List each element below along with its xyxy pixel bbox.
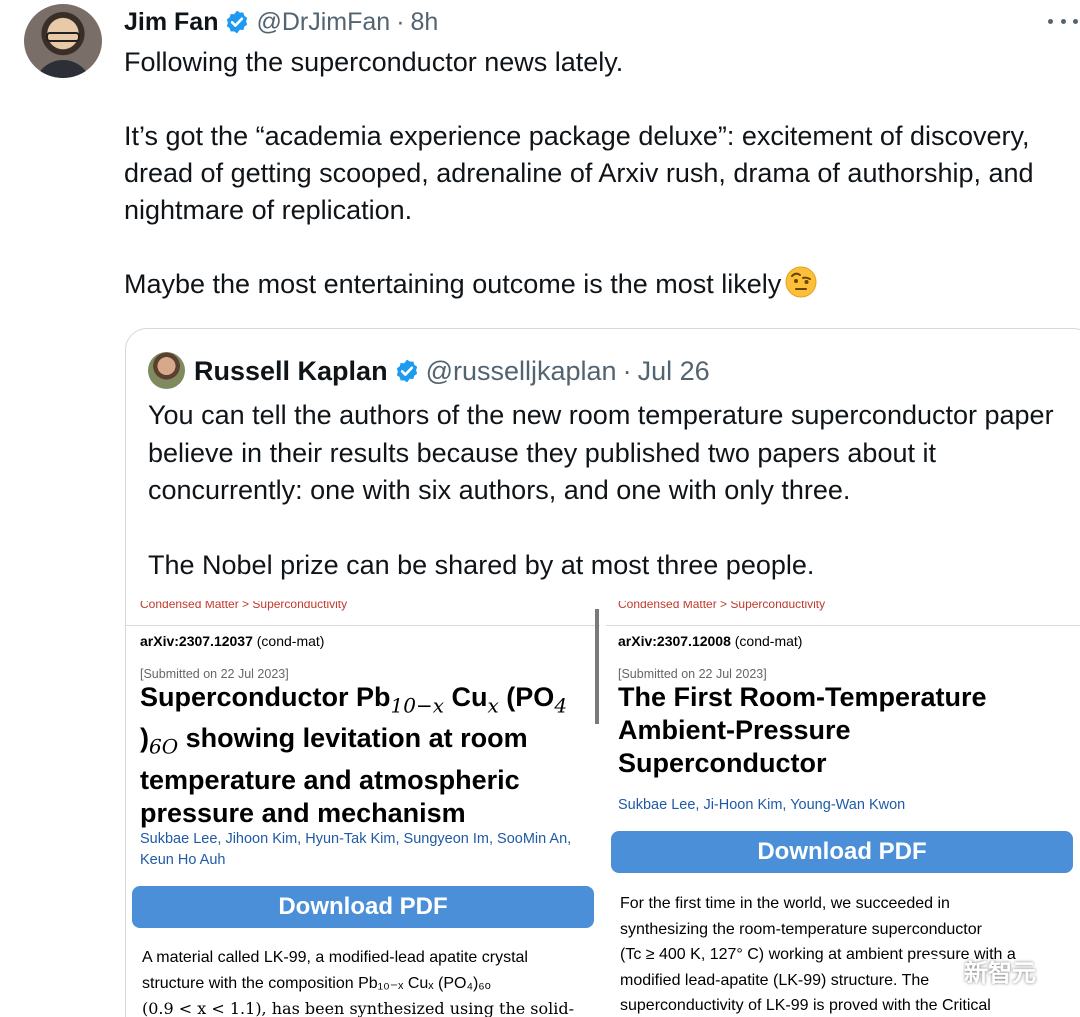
quoted-paragraph: The Nobel prize can be shared by at most…	[148, 550, 815, 580]
watermark-text: 新智元	[964, 959, 1036, 987]
verified-badge-icon	[227, 10, 248, 34]
quoted-tweet-timestamp[interactable]: Jul 26	[638, 356, 710, 387]
tweet-timestamp[interactable]: 8h	[411, 8, 439, 37]
paper-title: The First Room-Temperature Ambient-Press…	[618, 682, 987, 778]
paper-authors[interactable]: Sukbae Lee, Ji-Hoon Kim, Young-Wan Kwon	[618, 795, 1080, 816]
arxiv-number: arXiv:2307.12008	[618, 633, 731, 649]
paper-abstract: A material called LK-99, a modified-lead…	[142, 949, 575, 1017]
arxiv-category: (cond-mat)	[256, 633, 325, 649]
download-pdf-button[interactable]: Download PDF	[611, 831, 1073, 873]
author-handle[interactable]: @DrJimFan	[256, 8, 390, 37]
quoted-author-name[interactable]: Russell Kaplan	[194, 356, 388, 387]
face-with-raised-eyebrow-emoji-icon	[785, 266, 817, 298]
tweet-paragraph-last: Maybe the most entertaining outcome is t…	[124, 266, 1064, 303]
author-avatar[interactable]	[24, 4, 102, 78]
divider	[606, 625, 1080, 626]
author-name[interactable]: Jim Fan	[124, 8, 218, 37]
header-separator: ·	[396, 7, 405, 36]
verified-badge-icon	[396, 359, 417, 383]
arxiv-id: arXiv:2307.12037 (cond-mat)	[140, 633, 324, 649]
avatar-shirt	[34, 60, 92, 78]
tweet-paragraph: It’s got the “academia experience packag…	[124, 121, 1034, 225]
arxiv-id: arXiv:2307.12008 (cond-mat)	[618, 633, 802, 649]
tweet-body: Following the superconductor news lately…	[124, 44, 1064, 303]
quoted-author-handle[interactable]: @russelljkaplan	[426, 356, 617, 387]
quoted-tweet-body: You can tell the authors of the new room…	[148, 397, 1068, 585]
quoted-tweet-card[interactable]: Russell Kaplan @russelljkaplan · Jul 26 …	[125, 328, 1080, 1017]
more-options-icon[interactable]	[1048, 14, 1078, 28]
quoted-paragraph: You can tell the authors of the new room…	[148, 400, 1054, 505]
header-separator: ·	[622, 355, 632, 386]
watermark: 新智元	[920, 952, 1036, 988]
quoted-author-avatar[interactable]	[148, 352, 185, 389]
divider	[126, 625, 600, 626]
paper-breadcrumb: Condensed Matter > Superconductivity	[618, 601, 826, 611]
paper-screenshot-left[interactable]: Condensed Matter > Superconductivity arX…	[126, 601, 600, 1017]
tweet-paragraph: Following the superconductor news lately…	[124, 47, 624, 77]
quoted-tweet-header: Russell Kaplan @russelljkaplan · Jul 26	[194, 353, 710, 389]
paper-breadcrumb: Condensed Matter > Superconductivity	[140, 601, 348, 611]
avatar-glasses	[46, 32, 80, 42]
paper-authors[interactable]: Sukbae Lee, Jihoon Kim, Hyun-Tak Kim, Su…	[140, 829, 590, 871]
scroll-bar[interactable]	[595, 609, 599, 724]
download-pdf-button[interactable]: Download PDF	[132, 886, 594, 928]
submission-date: [Submitted on 22 Jul 2023]	[618, 667, 767, 681]
tweet-header: Jim Fan @DrJimFan · 8h	[124, 5, 438, 39]
arxiv-category: (cond-mat)	[734, 633, 803, 649]
paper-title: Superconductor Pb10−x Cux (PO4)6O showin…	[140, 682, 568, 828]
wechat-icon	[920, 955, 957, 983]
submission-date: [Submitted on 22 Jul 2023]	[140, 667, 289, 681]
arxiv-number: arXiv:2307.12037	[140, 633, 253, 649]
tweet-paragraph-text: Maybe the most entertaining outcome is t…	[124, 269, 782, 299]
